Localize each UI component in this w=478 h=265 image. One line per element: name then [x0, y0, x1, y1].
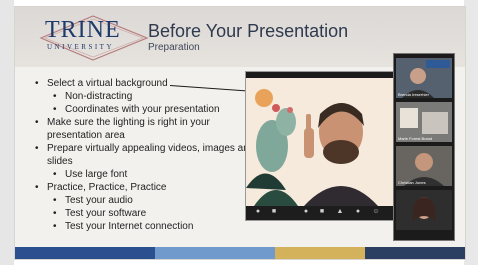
footer-stripe — [155, 247, 275, 259]
video-icon: ■ — [271, 208, 277, 215]
bullet-item: • Prepare virtually appealing videos, ima… — [35, 143, 255, 167]
bullet-text: Test your audio — [65, 195, 133, 206]
participant-gallery: Brenda Ireserhier Marie Forest Brand Chr… — [393, 53, 455, 241]
sub-bullet-item: • Test your software — [53, 208, 147, 219]
bullet-item: • Practice, Practice, Practice — [35, 182, 167, 193]
share-screen-icon: ▲ — [336, 208, 344, 215]
bullet-text: Prepare virtually appealing videos, imag… — [47, 143, 255, 167]
slide-title: Before Your Presentation — [148, 21, 349, 41]
bullet-text: Make sure the lighting is right in your … — [47, 117, 210, 141]
sub-bullet-item: • Coordinates with your presentation — [53, 104, 220, 115]
bullet-text: Practice, Practice, Practice — [47, 182, 167, 193]
footer-stripe — [275, 247, 365, 259]
bullet-text: Use large font — [65, 169, 128, 180]
sub-bullet-item: • Non-distracting — [53, 91, 133, 102]
chat-icon: ■ — [319, 208, 325, 215]
slide-footer — [15, 247, 465, 259]
virtual-background-illustration — [246, 78, 394, 206]
zoom-screenshot: ● ■ ● ■ ▲ ● ☺ — [245, 71, 395, 221]
footer-stripe — [15, 247, 155, 259]
bullet-text: Test your Internet connection — [65, 221, 194, 232]
photo-edge-right — [464, 0, 478, 265]
participant-tile: Brenda Ireserhier — [396, 58, 452, 98]
presentation-slide: TRINE UNIVERSITY Before Your Presentatio… — [14, 6, 466, 260]
bullet-item: • Make sure the lighting is right in your… — [35, 117, 210, 141]
photo-edge-left — [0, 0, 14, 265]
participant-name: Christian Jones — [398, 180, 426, 185]
bullet-text: Test your software — [65, 208, 147, 219]
mute-icon: ● — [255, 208, 261, 215]
bullet-text: Coordinates with your presentation — [65, 104, 220, 115]
bullet-text: Select a virtual background — [47, 78, 168, 89]
sub-bullet-item: • Test your Internet connection — [53, 221, 194, 232]
bullet-text: Non-distracting — [65, 91, 133, 102]
footer-stripe — [365, 247, 465, 259]
participant-video — [396, 190, 452, 230]
sub-bullet-item: • Test your audio — [53, 195, 133, 206]
reactions-icon: ☺ — [372, 208, 380, 215]
record-icon: ● — [355, 208, 361, 215]
participant-tile: Christian Jones — [396, 146, 452, 186]
participant-tile — [396, 190, 452, 230]
participant-name: Brenda Ireserhier — [398, 92, 429, 97]
bullet-list: • Select a virtual background • Non-distra… — [35, 77, 260, 233]
participant-name: Marie Forest Brand — [398, 136, 433, 141]
participants-icon: ● — [303, 208, 309, 215]
zoom-toolbar: ● ■ ● ■ ▲ ● ☺ — [246, 206, 394, 220]
participant-tile: Marie Forest Brand — [396, 102, 452, 142]
slide-subtitle: Preparation — [148, 42, 200, 53]
sub-bullet-item: • Use large font — [53, 169, 128, 180]
logo-subtitle: UNIVERSITY — [47, 43, 114, 51]
logo-wordmark: TRINE — [45, 17, 121, 43]
speaker-video — [246, 78, 394, 206]
